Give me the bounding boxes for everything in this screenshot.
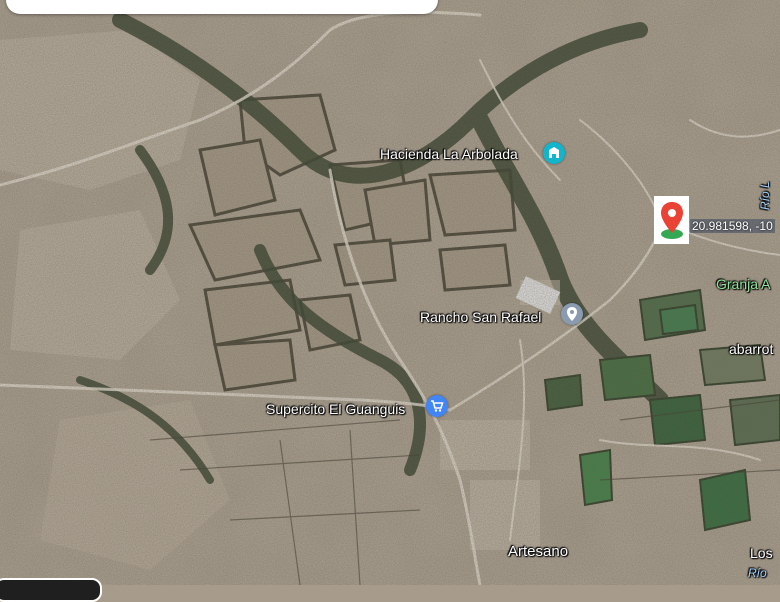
poi-label-supercito[interactable]: Supercito El Guanguis	[266, 401, 405, 417]
search-bar[interactable]	[6, 0, 438, 14]
poi-label-hacienda[interactable]: Hacienda La Arbolada	[380, 146, 518, 162]
satellite-map[interactable]	[0, 0, 780, 585]
river-label-right: Río L	[758, 181, 772, 210]
map-attribution-chip[interactable]	[0, 578, 102, 602]
shopping-cart-icon[interactable]	[426, 395, 448, 417]
poi-label-rancho[interactable]: Rancho San Rafael	[420, 309, 541, 325]
poi-label-abarrot[interactable]: abarrot	[729, 341, 773, 357]
poi-label-granja[interactable]: Granja A	[716, 276, 770, 292]
place-pin-icon[interactable]	[561, 303, 583, 325]
location-marker-icon[interactable]	[654, 196, 689, 244]
hotel-icon[interactable]	[543, 142, 565, 164]
river-label-bottom: Río	[748, 566, 767, 580]
place-label-los[interactable]: Los	[750, 545, 773, 561]
coordinates-label: 20.981598, -10	[690, 219, 775, 233]
place-label-artesano[interactable]: Artesano	[508, 543, 568, 560]
